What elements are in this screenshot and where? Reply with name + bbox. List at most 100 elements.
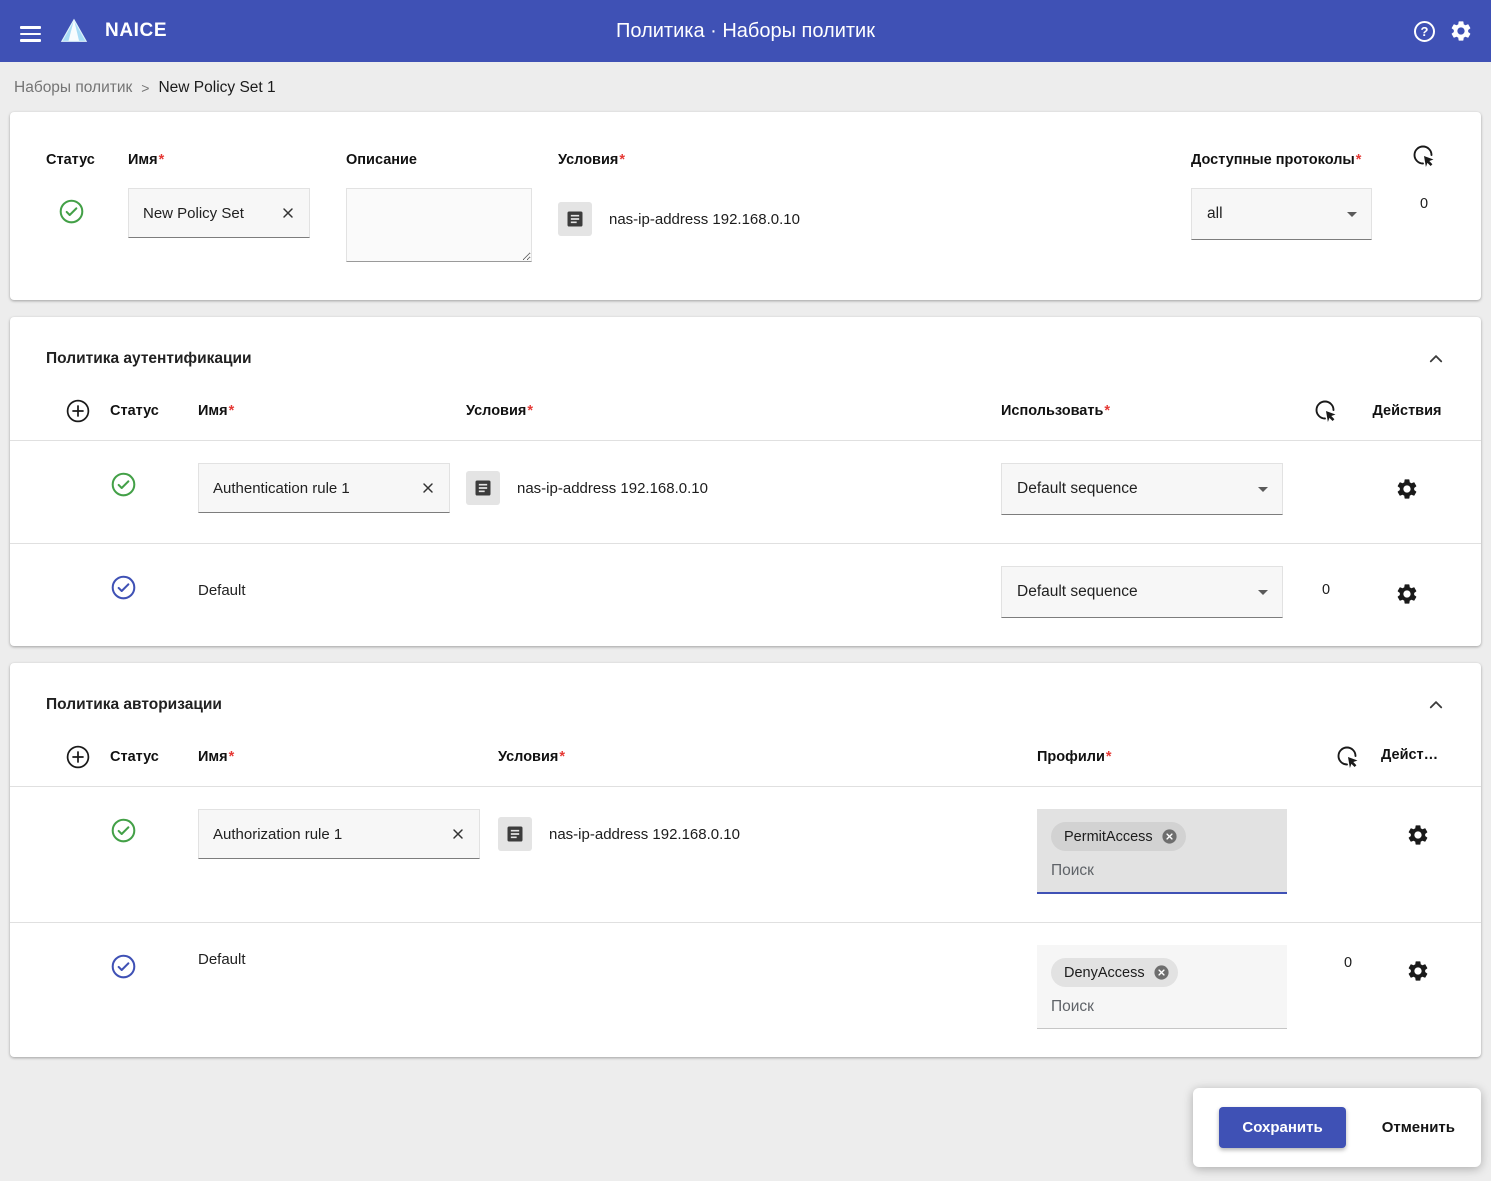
gear-icon bbox=[1395, 582, 1419, 606]
brand-name: NAICE bbox=[105, 20, 167, 42]
status-enabled-icon bbox=[110, 817, 137, 844]
policy-set-description-textarea[interactable] bbox=[346, 188, 532, 262]
condition-text: nas-ip-address 192.168.0.10 bbox=[517, 480, 708, 497]
column-header-description: Описание bbox=[346, 112, 558, 188]
condition-article-icon bbox=[466, 471, 500, 505]
profiles-field[interactable]: PermitAccess Поиск bbox=[1037, 809, 1287, 894]
breadcrumb-separator: > bbox=[141, 80, 149, 96]
default-rule-name: Default bbox=[198, 945, 498, 968]
policy-set-name-input[interactable] bbox=[143, 205, 275, 222]
row-actions-button[interactable] bbox=[1406, 959, 1430, 983]
rule-name-field-wrap bbox=[198, 463, 450, 513]
use-sequence-value: Default sequence bbox=[1017, 480, 1138, 498]
add-authorization-rule-button[interactable] bbox=[65, 744, 91, 770]
profile-chip: PermitAccess bbox=[1051, 822, 1186, 851]
status-toggle[interactable] bbox=[110, 953, 137, 980]
use-sequence-select[interactable]: Default sequence bbox=[1001, 566, 1283, 618]
section-title-authorization: Политика авторизации bbox=[46, 696, 222, 714]
column-header-hits bbox=[1315, 745, 1381, 769]
condition-article-icon bbox=[558, 202, 592, 236]
app-bar: NAICE Политика · Наборы политик ? bbox=[0, 0, 1491, 62]
condition-article-icon bbox=[498, 817, 532, 851]
authentication-rule-row: nas-ip-address 192.168.0.10 Default sequ… bbox=[10, 441, 1481, 543]
clear-name-button[interactable] bbox=[415, 475, 441, 501]
status-default-icon bbox=[110, 574, 137, 601]
use-sequence-value: Default sequence bbox=[1017, 583, 1138, 601]
help-button[interactable]: ? bbox=[1414, 21, 1435, 42]
authentication-default-row: Default Default sequence 0 bbox=[10, 543, 1481, 646]
policy-set-card: Статус Имя* Описание Условия* Доступные … bbox=[10, 112, 1481, 300]
settings-button[interactable] bbox=[1449, 19, 1473, 43]
hit-count: 0 bbox=[1315, 955, 1381, 971]
gear-icon bbox=[1449, 19, 1473, 43]
rule-name-input[interactable] bbox=[213, 826, 445, 843]
section-title-authentication: Политика аутентификации bbox=[46, 350, 252, 368]
column-header-status: Статус bbox=[46, 112, 128, 188]
hit-count: 0 bbox=[1393, 196, 1455, 266]
breadcrumb-current: New Policy Set 1 bbox=[158, 79, 275, 97]
column-header-name: Имя* bbox=[198, 749, 498, 765]
profile-chip: DenyAccess bbox=[1051, 958, 1178, 987]
column-header-actions: Действия bbox=[1359, 403, 1455, 419]
column-header-hits bbox=[1293, 399, 1359, 423]
breadcrumb-parent-link[interactable]: Наборы политик bbox=[14, 79, 132, 97]
column-header-hits bbox=[1393, 112, 1455, 188]
save-button[interactable]: Сохранить bbox=[1219, 1107, 1345, 1148]
rule-name-input[interactable] bbox=[213, 480, 415, 497]
hit-counter-icon bbox=[1412, 144, 1436, 168]
cancel-button[interactable]: Отменить bbox=[1382, 1119, 1455, 1136]
row-actions-button[interactable] bbox=[1395, 477, 1419, 501]
close-icon bbox=[450, 826, 466, 842]
column-header-name: Имя* bbox=[198, 403, 466, 419]
policy-set-name-field-wrap bbox=[128, 188, 310, 238]
profile-search-input[interactable]: Поиск bbox=[1051, 862, 1273, 880]
status-toggle[interactable] bbox=[110, 574, 137, 601]
status-toggle[interactable] bbox=[110, 817, 137, 844]
protocols-select[interactable]: all bbox=[1191, 188, 1372, 240]
protocols-select-value: all bbox=[1207, 205, 1223, 223]
column-header-name: Имя* bbox=[128, 112, 346, 188]
use-sequence-select[interactable]: Default sequence bbox=[1001, 463, 1283, 515]
chevron-up-icon bbox=[1425, 348, 1447, 370]
status-enabled-icon bbox=[58, 198, 85, 225]
column-header-actions: Действия bbox=[1381, 747, 1455, 767]
breadcrumb: Наборы политик > New Policy Set 1 bbox=[0, 62, 1491, 112]
profiles-field[interactable]: DenyAccess Поиск bbox=[1037, 945, 1287, 1029]
close-icon bbox=[280, 205, 296, 221]
clear-name-button[interactable] bbox=[275, 200, 301, 226]
profile-search-input[interactable]: Поиск bbox=[1051, 998, 1273, 1016]
profile-chip-label: PermitAccess bbox=[1064, 829, 1153, 845]
menu-button[interactable] bbox=[18, 17, 43, 46]
column-header-protocols: Доступные протоколы* bbox=[1191, 112, 1393, 188]
default-rule-name: Default bbox=[198, 566, 466, 599]
add-authentication-rule-button[interactable] bbox=[65, 398, 91, 424]
help-icon: ? bbox=[1414, 21, 1435, 42]
chevron-up-icon bbox=[1425, 694, 1447, 716]
hit-counter-icon bbox=[1314, 399, 1338, 423]
profile-chip-label: DenyAccess bbox=[1064, 965, 1145, 981]
column-header-status: Статус bbox=[110, 403, 198, 419]
condition-chip[interactable]: nas-ip-address 192.168.0.10 bbox=[498, 817, 1037, 851]
column-header-status: Статус bbox=[110, 749, 198, 765]
chevron-down-icon bbox=[1347, 212, 1357, 217]
row-actions-button[interactable] bbox=[1406, 823, 1430, 847]
collapse-authorization-button[interactable] bbox=[1421, 690, 1451, 720]
status-toggle[interactable] bbox=[110, 471, 137, 498]
collapse-authentication-button[interactable] bbox=[1421, 344, 1451, 374]
brand-logo-icon bbox=[59, 16, 89, 46]
remove-profile-icon[interactable] bbox=[1161, 828, 1178, 845]
chevron-down-icon bbox=[1258, 487, 1268, 492]
condition-chip[interactable]: nas-ip-address 192.168.0.10 bbox=[558, 202, 1191, 236]
condition-chip[interactable]: nas-ip-address 192.168.0.10 bbox=[466, 471, 1001, 505]
footer-actions: Сохранить Отменить bbox=[1193, 1088, 1481, 1167]
remove-profile-icon[interactable] bbox=[1153, 964, 1170, 981]
gear-icon bbox=[1395, 477, 1419, 501]
status-toggle[interactable] bbox=[58, 198, 85, 225]
row-actions-button[interactable] bbox=[1395, 582, 1419, 606]
clear-name-button[interactable] bbox=[445, 821, 471, 847]
authorization-policy-card: Политика авторизации Статус Имя* Условия… bbox=[10, 663, 1481, 1057]
chevron-down-icon bbox=[1258, 590, 1268, 595]
column-header-conditions: Условия* bbox=[466, 403, 1001, 419]
column-header-profiles: Профили* bbox=[1037, 749, 1315, 765]
status-enabled-icon bbox=[110, 471, 137, 498]
